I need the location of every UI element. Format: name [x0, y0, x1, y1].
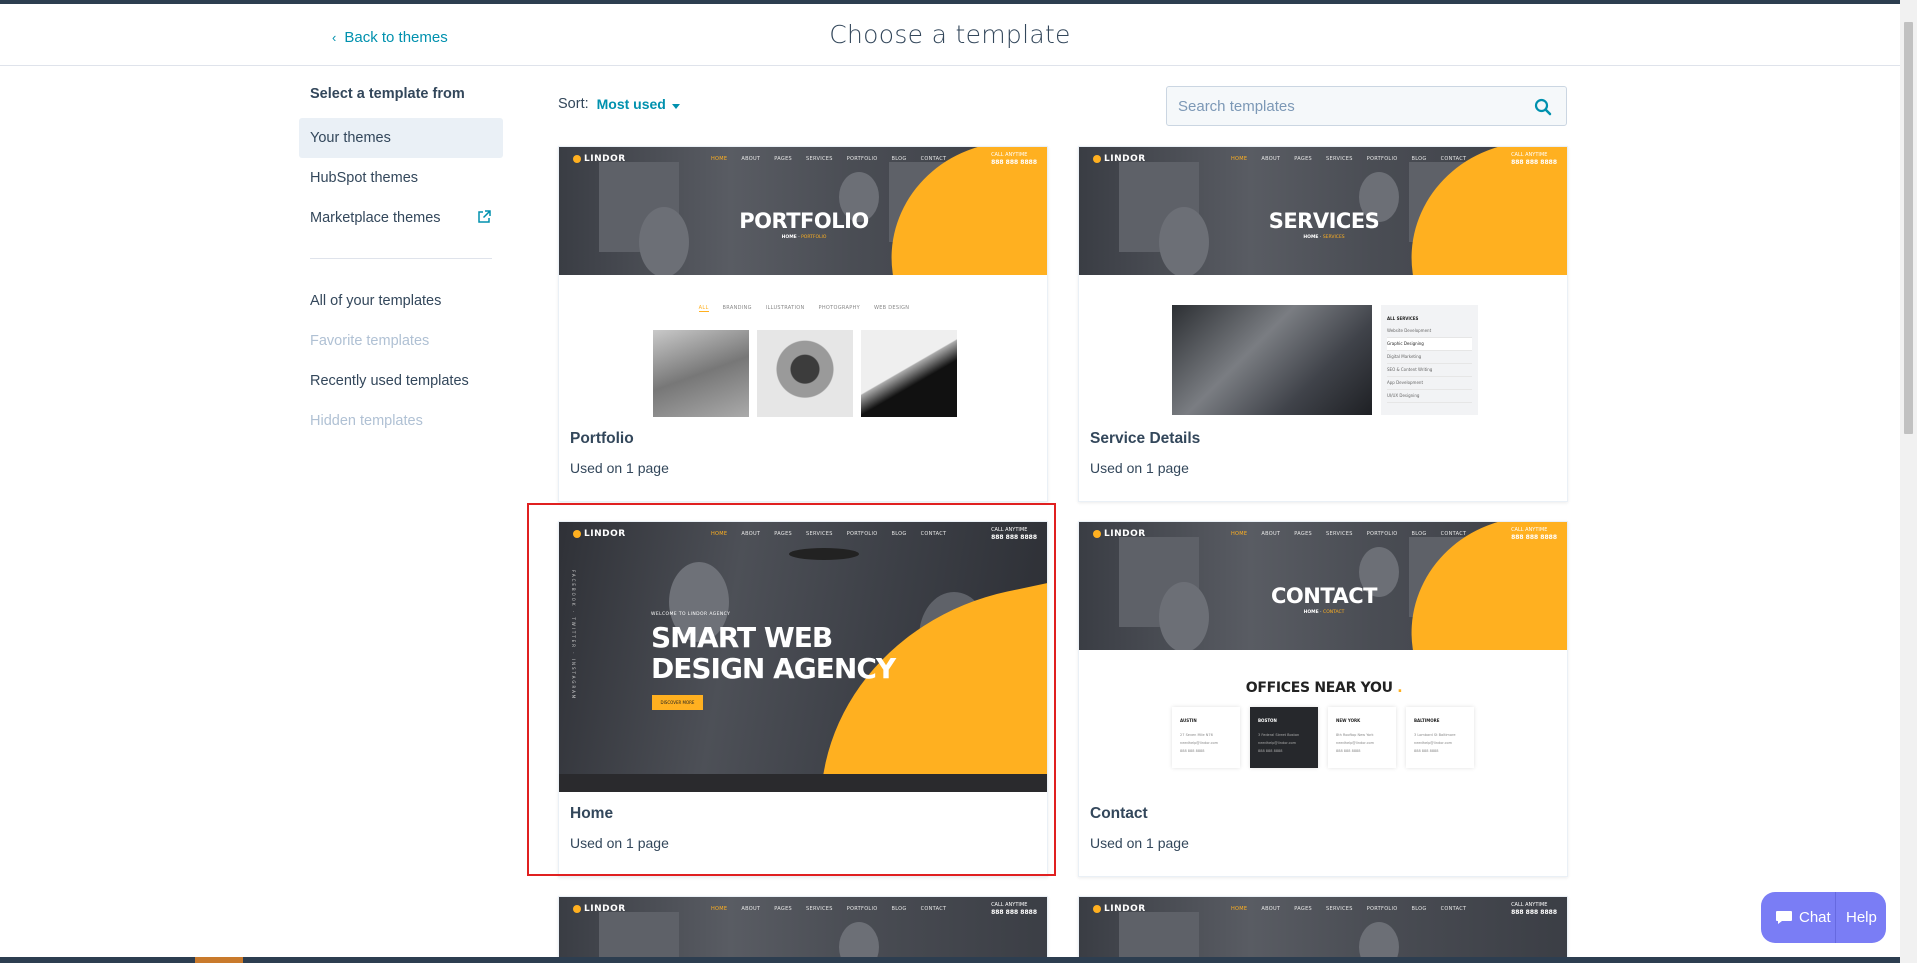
template-name: Contact — [1090, 805, 1148, 822]
search-input[interactable] — [1167, 87, 1507, 125]
thumbnail-nav: HOME ABOUT PAGES SERVICES PORTFOLIO BLOG CONTA… — [711, 156, 947, 162]
thumbnail-call: CALL ANYTIME 888 888 8888 — [1511, 902, 1557, 916]
chat-bubble-icon — [1776, 911, 1792, 924]
thumbnail-logo: LINDOR — [573, 904, 626, 914]
thumbnail-breadcrumb: HOME · PORTFOLIO — [781, 235, 827, 240]
office-card: BOSTON 3 Federal Street Boston needhelp@… — [1250, 707, 1318, 768]
chat-widget: Chat Help — [1761, 892, 1886, 943]
service-list: ALL SERVICES Website Development Graphic… — [1381, 305, 1478, 415]
template-name: Portfolio — [570, 430, 634, 447]
sidebar-divider — [310, 258, 492, 259]
search-box — [1166, 86, 1567, 126]
sidebar-item-favorite-templates[interactable]: Favorite templates — [299, 321, 503, 361]
thumbnail-call: CALL ANYTIME 888 888 8888 — [991, 902, 1037, 916]
sort-label: Sort: — [558, 96, 589, 112]
portfolio-image — [861, 330, 957, 417]
external-link-icon — [478, 210, 491, 223]
template-card-portfolio[interactable]: LINDOR HOME ABOUT PAGES SERVICES PORTFOLIO BL… — [558, 146, 1048, 502]
template-name: Service Details — [1090, 430, 1201, 447]
sidebar-item-label: Marketplace themes — [310, 210, 441, 226]
thumbnail-call: CALL ANYTIME 888 888 8888 — [1511, 152, 1557, 166]
thumbnail-hero: LINDOR HOME ABOUT PAGES SERVICES PORTFOLIO BL… — [1079, 147, 1567, 275]
thumbnail-hero: LINDOR HOME ABOUT PAGES SERVICES PORTFOLIO BL… — [559, 147, 1047, 275]
chat-button[interactable]: Chat — [1761, 892, 1836, 943]
caret-down-icon — [671, 104, 680, 109]
sidebar-item-hubspot-themes[interactable]: HubSpot themes — [299, 158, 503, 198]
template-thumbnail: LINDOR HOME ABOUT PAGES SERVICES PORTFOLIO BL… — [1079, 147, 1567, 431]
chat-label: Chat — [1799, 909, 1831, 926]
thumbnail-hero-title: PORTFOLIO — [739, 209, 869, 233]
thumbnail-logo: LINDOR — [1093, 154, 1146, 164]
help-label: Help — [1846, 909, 1877, 926]
thumbnail-offices-title: OFFICES NEAR YOU . — [1245, 680, 1403, 696]
template-card-next[interactable]: LINDOR HOME ABOUT PAGES SERVICES PORTFOLIO BL… — [558, 896, 1048, 963]
sidebar-item-recently-used-templates[interactable]: Recently used templates — [299, 361, 503, 401]
template-card-service-details[interactable]: LINDOR HOME ABOUT PAGES SERVICES PORTFOLIO BL… — [1078, 146, 1568, 502]
office-card: NEW YORK 8th Rooftop New York needhelp@l… — [1328, 707, 1396, 768]
thumbnail-breadcrumb: HOME · SERVICES — [1303, 235, 1345, 240]
thumbnail-hero: LINDOR HOME ABOUT PAGES SERVICES PORTFOLIO BL… — [1079, 897, 1567, 963]
office-card: BALTIMORE 3 Lombard St Baltimore needhel… — [1406, 707, 1474, 768]
thumbnail-hero: LINDOR HOME ABOUT PAGES SERVICES PORTFOLIO BL… — [1079, 522, 1567, 650]
sort-value: Most used — [596, 96, 666, 112]
template-card-next[interactable]: LINDOR HOME ABOUT PAGES SERVICES PORTFOLIO BL… — [1078, 896, 1568, 963]
template-thumbnail: LINDOR HOME ABOUT PAGES SERVICES PORTFOLIO BL… — [1079, 522, 1567, 806]
portfolio-image — [757, 330, 853, 417]
template-usage: Used on 1 page — [1090, 835, 1189, 851]
thumbnail-call: CALL ANYTIME 888 888 8888 — [991, 152, 1037, 166]
thumbnail-hero: LINDOR HOME ABOUT PAGES SERVICES PORTFOLIO BL… — [559, 897, 1047, 963]
thumbnail-hero-title: CONTACT — [1270, 584, 1378, 608]
thumbnail-nav: HOME ABOUT PAGES SERVICES PORTFOLIO BLOG CONTA… — [1231, 156, 1467, 162]
thumbnail-breadcrumb: HOME · CONTACT — [1303, 610, 1345, 615]
sidebar-item-hidden-templates[interactable]: Hidden templates — [299, 401, 503, 441]
thumbnail-nav: HOME ABOUT PAGES SERVICES PORTFOLIO BLOG CONTA… — [1231, 531, 1467, 537]
office-card: AUSTIN 27 Seven Mile N76 needhelp@lindor… — [1172, 707, 1240, 768]
taskbar-strip — [0, 957, 1900, 963]
thumbnail-call: CALL ANYTIME 888 888 8888 — [1511, 527, 1557, 541]
thumbnail-filters: ALL BRANDING ILLUSTRATION PHOTOGRAPHY WEB DE… — [698, 305, 910, 312]
thumbnail-logo: LINDOR — [1093, 904, 1146, 914]
header: ‹ Back to themes Choose a template — [0, 4, 1900, 66]
scrollbar-thumb[interactable] — [1904, 22, 1913, 434]
thumbnail-nav: HOME ABOUT PAGES SERVICES PORTFOLIO BLOG CONTA… — [711, 906, 947, 912]
sort-control: Sort: Most used — [558, 96, 680, 112]
portfolio-image — [653, 330, 749, 417]
sidebar-heading: Select a template from — [310, 86, 465, 102]
page-title: Choose a template — [829, 20, 1071, 49]
sidebar-item-all-templates[interactable]: All of your templates — [299, 281, 503, 321]
selection-highlight — [527, 503, 1056, 876]
template-thumbnail: LINDOR HOME ABOUT PAGES SERVICES PORTFOLIO BL… — [559, 147, 1047, 431]
search-icon[interactable] — [1534, 98, 1552, 116]
sort-dropdown[interactable]: Most used — [597, 96, 680, 112]
help-button[interactable]: Help — [1836, 909, 1877, 926]
service-photo — [1172, 305, 1372, 415]
sidebar: Select a template from Your themes HubSp… — [299, 80, 503, 441]
thumbnail-nav: HOME ABOUT PAGES SERVICES PORTFOLIO BLOG CONTA… — [1231, 906, 1467, 912]
template-card-contact[interactable]: LINDOR HOME ABOUT PAGES SERVICES PORTFOLIO BL… — [1078, 521, 1568, 877]
thumbnail-logo: LINDOR — [1093, 529, 1146, 539]
thumbnail-logo: LINDOR — [573, 154, 626, 164]
template-usage: Used on 1 page — [570, 460, 669, 476]
sidebar-item-marketplace-themes[interactable]: Marketplace themes — [299, 198, 503, 238]
sidebar-item-your-themes[interactable]: Your themes — [299, 118, 503, 158]
page-scrollbar[interactable] — [1900, 0, 1917, 963]
thumbnail-hero-title: SERVICES — [1268, 209, 1380, 233]
template-usage: Used on 1 page — [1090, 460, 1189, 476]
